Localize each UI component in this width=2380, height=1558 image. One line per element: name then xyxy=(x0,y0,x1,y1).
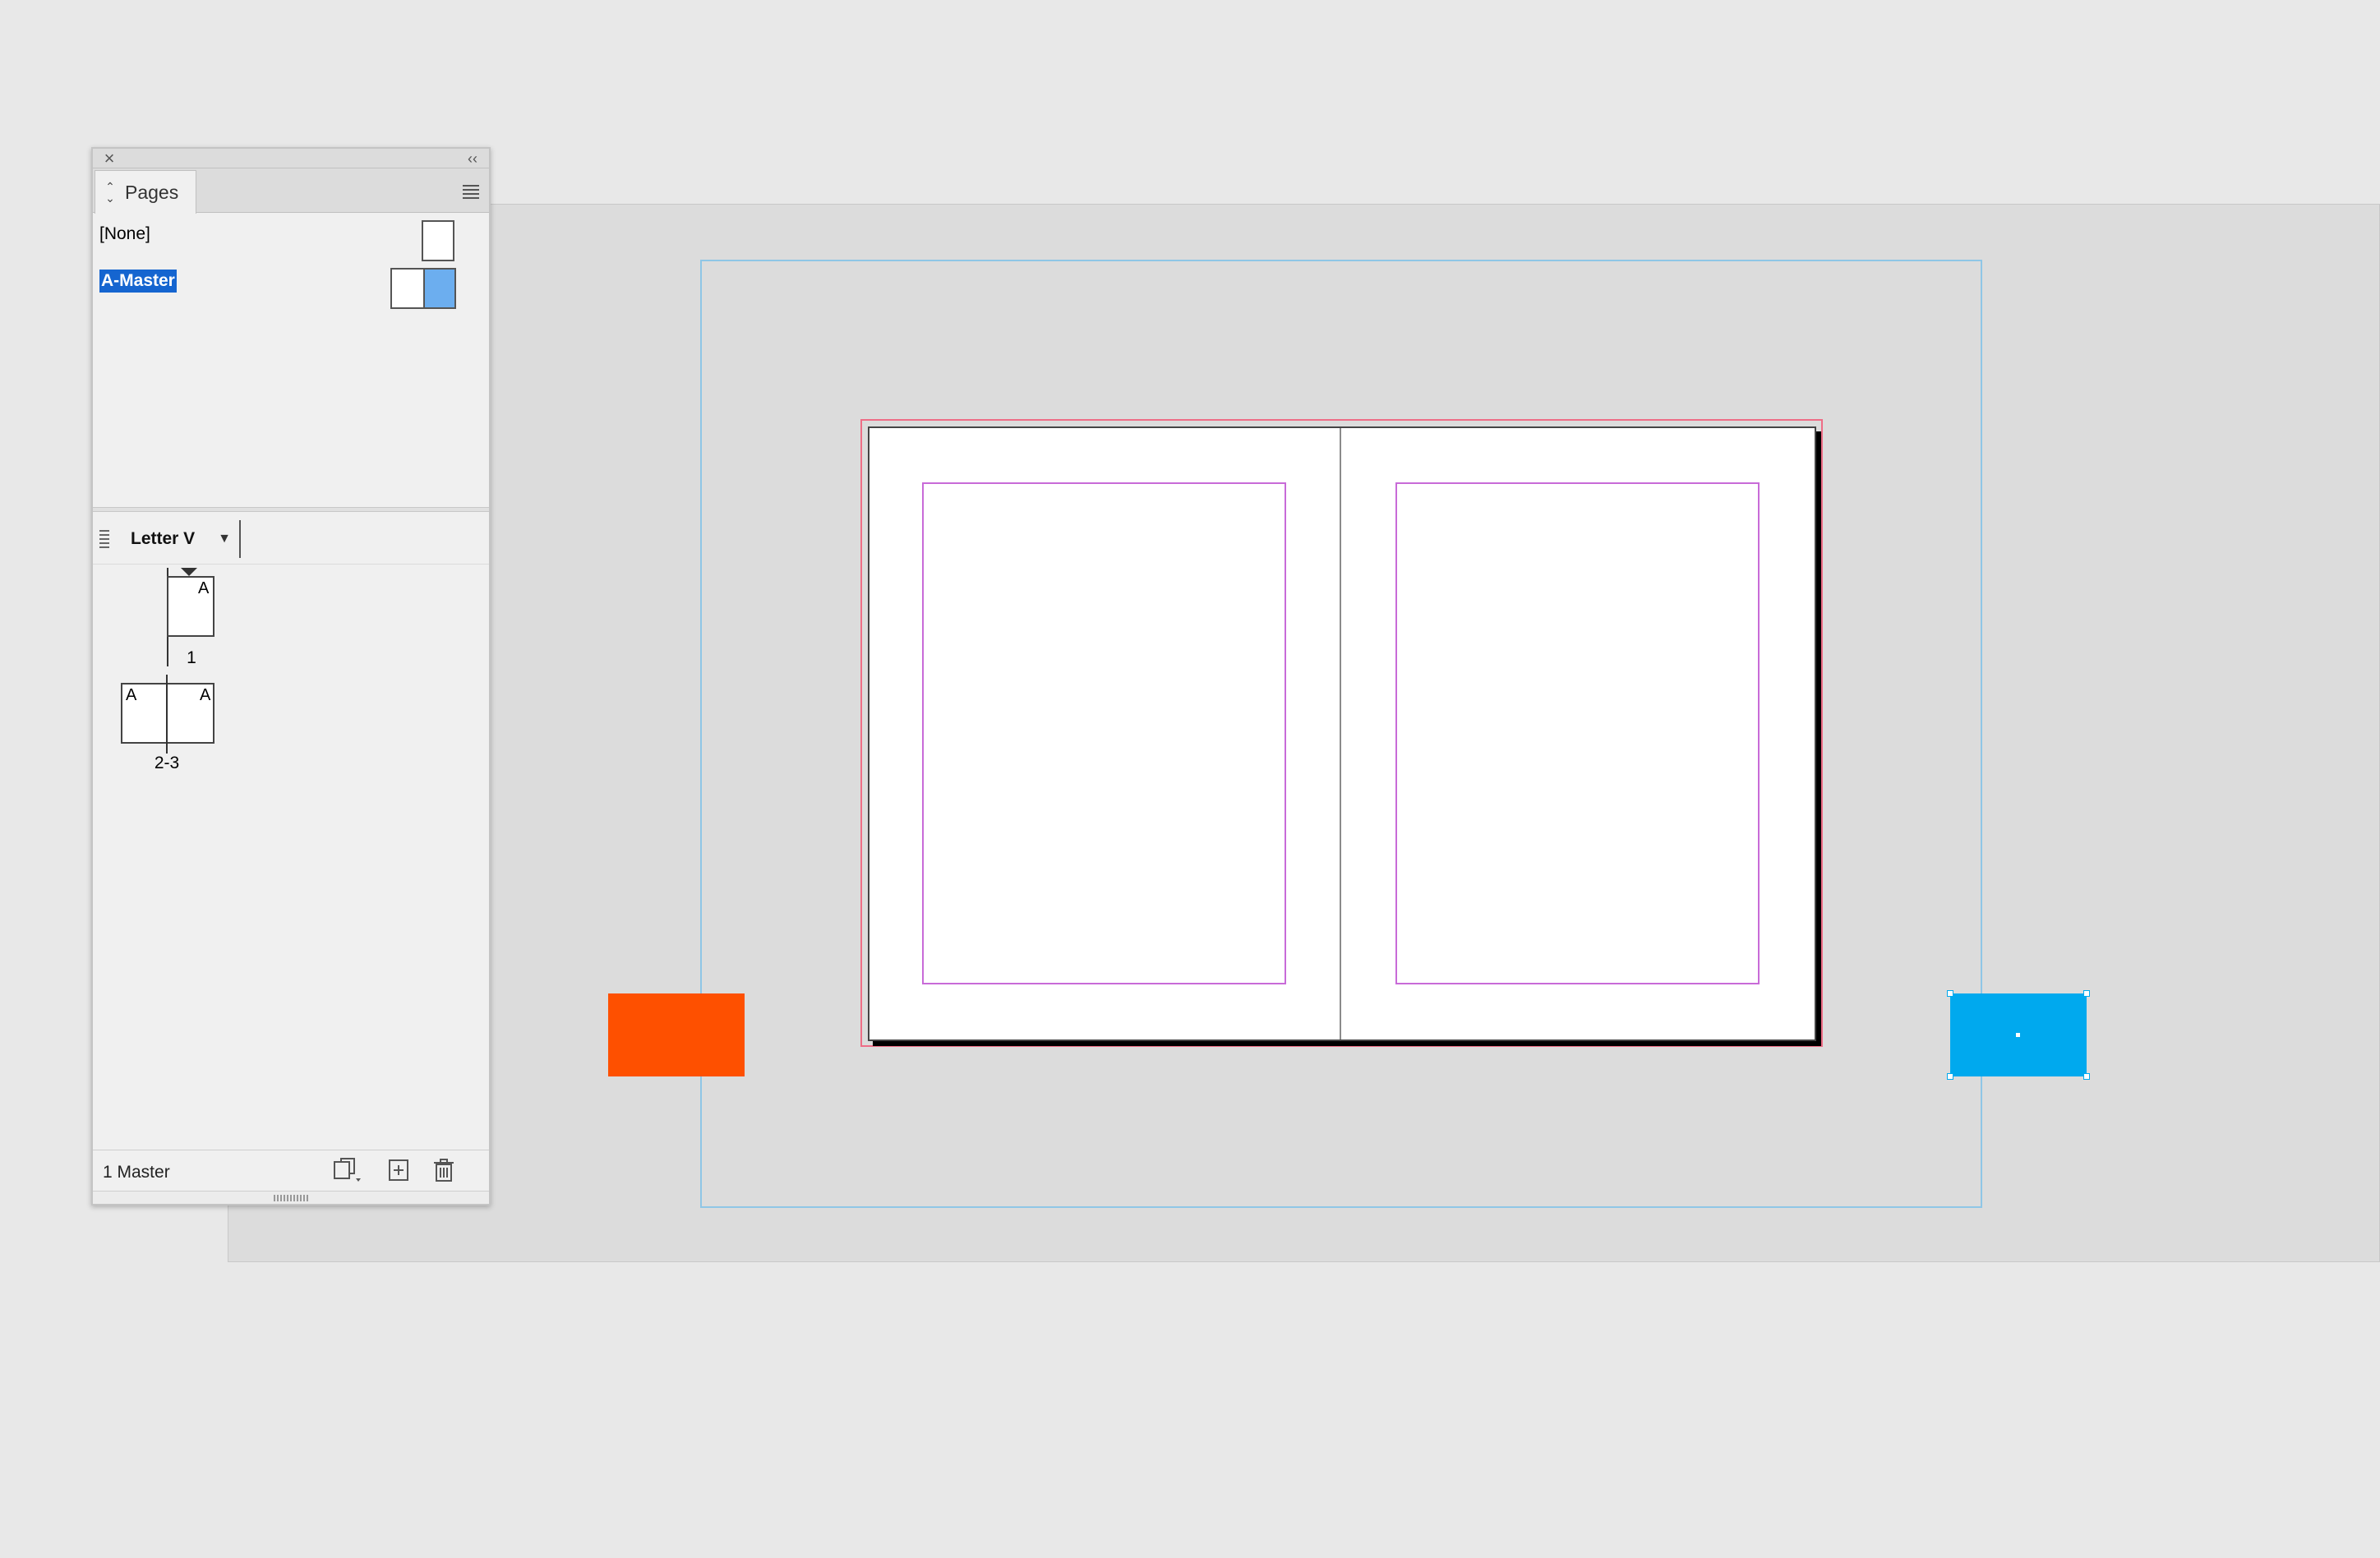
master-a-label[interactable]: A-Master xyxy=(99,270,177,293)
chevron-down-icon[interactable]: ▼ xyxy=(216,532,233,546)
collapse-double-chevron-icon[interactable]: ‹‹ xyxy=(461,149,484,168)
selection-handle-bottom-right[interactable] xyxy=(2083,1073,2090,1080)
edit-page-size-button[interactable] xyxy=(331,1157,361,1185)
grip-icon[interactable] xyxy=(99,530,109,548)
master-none-thumbnail[interactable] xyxy=(422,220,454,261)
page-1-master-letter: A xyxy=(198,579,210,597)
panel-titlebar[interactable]: × ‹‹ xyxy=(93,149,489,168)
panel-section-divider[interactable] xyxy=(93,507,489,512)
close-icon[interactable]: × xyxy=(99,149,119,168)
new-page-icon xyxy=(389,1159,408,1181)
panel-tab-row: ⌃ ⌄ Pages xyxy=(93,168,489,214)
page-size-separator xyxy=(239,520,241,558)
pages-panel: × ‹‹ ⌃ ⌄ Pages [None] A-Master Letter V … xyxy=(91,147,491,1205)
left-page-margin-guide xyxy=(922,482,1286,984)
page-count-status: 1 Master xyxy=(103,1163,170,1182)
updown-chevron-icon: ⌃ ⌄ xyxy=(105,180,115,205)
panel-resize-grip[interactable] xyxy=(93,1191,489,1204)
current-page-marker-icon xyxy=(181,568,197,576)
master-a-thumbnail-right-page-selected xyxy=(423,270,454,307)
new-page-button[interactable] xyxy=(385,1157,413,1185)
resize-grip-icon xyxy=(274,1195,308,1201)
page-1-number: 1 xyxy=(187,648,196,667)
masters-list: [None] A-Master xyxy=(93,213,489,491)
delete-page-button[interactable] xyxy=(430,1157,458,1185)
panel-footer: 1 Master xyxy=(93,1150,489,1189)
spread-2-3-number: 2-3 xyxy=(154,754,180,772)
tab-pages-label: Pages xyxy=(125,182,179,203)
tab-pages[interactable]: ⌃ ⌄ Pages xyxy=(95,170,196,214)
selection-handle-bottom-left[interactable] xyxy=(1947,1073,1953,1080)
page-size-row: Letter V ▼ xyxy=(93,514,489,565)
trash-icon xyxy=(434,1159,454,1182)
page-2-master-letter: A xyxy=(126,686,137,704)
master-a-thumbnail[interactable] xyxy=(390,268,456,309)
spread-2-3-spine xyxy=(166,675,168,754)
orange-rectangle-frame[interactable] xyxy=(608,993,745,1076)
selection-handle-top-left[interactable] xyxy=(1947,990,1953,997)
master-none-label[interactable]: [None] xyxy=(99,223,150,246)
page-size-label[interactable]: Letter V xyxy=(131,527,195,551)
page-3-master-letter: A xyxy=(200,686,211,704)
spread-spine xyxy=(1340,428,1341,1039)
selection-handle-top-right[interactable] xyxy=(2083,990,2090,997)
edit-page-size-icon xyxy=(334,1158,361,1182)
panel-menu-icon[interactable] xyxy=(461,182,481,201)
right-page-margin-guide xyxy=(1395,482,1760,984)
frame-center-point xyxy=(2016,1033,2020,1037)
